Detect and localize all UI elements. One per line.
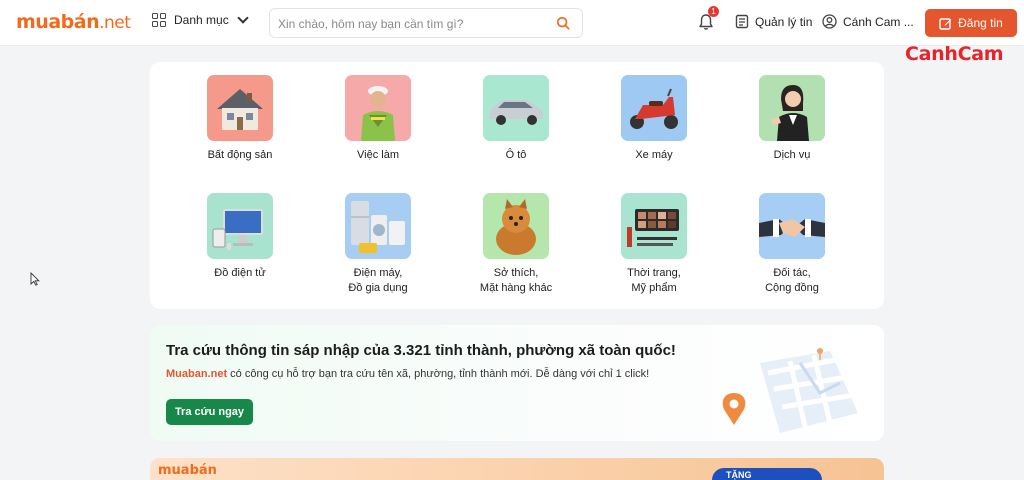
category-cars[interactable]: Ô tô bbox=[456, 75, 576, 163]
category-menu-label: Danh mục bbox=[174, 13, 229, 27]
category-motorbikes[interactable]: Xe máy bbox=[594, 75, 714, 163]
category-label-line2: Mỹ phẩm bbox=[631, 282, 677, 294]
category-label: Việc làm bbox=[357, 149, 399, 161]
category-label-line2: Cộng đồng bbox=[765, 282, 819, 294]
service-person-icon bbox=[759, 75, 825, 141]
lookup-desc-text: có công cụ hỗ trợ bạn tra cứu tên xã, ph… bbox=[227, 368, 650, 380]
map-pin-illustration bbox=[722, 348, 858, 433]
mouse-cursor-icon bbox=[30, 272, 40, 286]
promo-banner[interactable]: muabán TẶNG bbox=[150, 458, 884, 480]
computer-icon bbox=[207, 193, 273, 259]
category-label: Đồ điện tử bbox=[214, 267, 266, 279]
document-icon bbox=[735, 14, 749, 29]
category-label: Dịch vụ bbox=[773, 149, 811, 161]
promo-logo: muabán bbox=[158, 463, 217, 478]
category-label-line1: Đối tác, bbox=[773, 267, 811, 279]
search-input[interactable] bbox=[278, 15, 548, 33]
category-hobbies[interactable]: Sở thích, Mặt hàng khác bbox=[456, 193, 576, 296]
category-label-line1: Sở thích, bbox=[493, 267, 539, 279]
category-label: Đối tác, Cộng đồng bbox=[732, 266, 852, 296]
lookup-now-button[interactable]: Tra cứu ngay bbox=[166, 399, 253, 425]
category-partners[interactable]: Đối tác, Cộng đồng bbox=[732, 193, 852, 296]
lookup-brand[interactable]: Muaban.net bbox=[166, 368, 227, 380]
category-appliances[interactable]: Điện máy, Đồ gia dụng bbox=[318, 193, 438, 296]
merger-lookup-banner: Tra cứu thông tin sáp nhập của 3.321 tỉn… bbox=[150, 325, 884, 441]
category-label-line1: Điện máy, bbox=[353, 267, 403, 279]
logo-suffix: .net bbox=[99, 13, 131, 33]
post-ad-button[interactable]: Đăng tin bbox=[925, 9, 1017, 37]
cosmetics-icon bbox=[621, 193, 687, 259]
category-label-line1: Thời trang, bbox=[627, 267, 681, 279]
scooter-icon bbox=[621, 75, 687, 141]
category-label: Sở thích, Mặt hàng khác bbox=[456, 266, 576, 296]
user-menu[interactable]: Cánh Cam ... bbox=[822, 14, 914, 29]
category-electronics[interactable]: Đồ điện tử bbox=[180, 193, 300, 281]
category-label: Xe máy bbox=[635, 149, 673, 161]
watermark-text: CanhCam bbox=[905, 43, 1004, 65]
appliances-icon bbox=[345, 193, 411, 259]
category-jobs[interactable]: Việc làm bbox=[318, 75, 438, 163]
car-icon bbox=[483, 75, 549, 141]
category-label-line2: Đồ gia dụng bbox=[348, 282, 408, 294]
notification-badge: 1 bbox=[708, 6, 719, 17]
category-services[interactable]: Dịch vụ bbox=[732, 75, 852, 163]
category-fashion[interactable]: Thời trang, Mỹ phẩm bbox=[594, 193, 714, 296]
search-icon[interactable] bbox=[556, 16, 570, 30]
category-label: Ô tô bbox=[505, 149, 527, 161]
category-label-line2: Mặt hàng khác bbox=[479, 282, 553, 294]
post-ad-label: Đăng tin bbox=[958, 16, 1003, 30]
handshake-icon bbox=[759, 193, 825, 259]
edit-icon bbox=[939, 17, 952, 30]
search-box bbox=[269, 8, 583, 38]
category-label: Thời trang, Mỹ phẩm bbox=[594, 266, 714, 296]
category-label: Điện máy, Đồ gia dụng bbox=[318, 266, 438, 296]
manage-posts-label: Quản lý tin bbox=[755, 14, 813, 29]
worker-icon bbox=[345, 75, 411, 141]
category-grid: Bất động sản Việc làm Ô tô Xe máy Dịch v… bbox=[150, 62, 884, 309]
chevron-down-icon bbox=[237, 12, 249, 24]
lookup-button-label: Tra cứu ngay bbox=[174, 406, 245, 418]
manage-posts-link[interactable]: Quản lý tin bbox=[735, 14, 812, 29]
house-icon bbox=[207, 75, 273, 141]
grid-icon bbox=[152, 13, 166, 27]
watermark-logo: CanhCam bbox=[905, 43, 1004, 65]
logo-main: muabán bbox=[16, 11, 100, 33]
dog-icon bbox=[483, 193, 549, 259]
user-name: Cánh Cam ... bbox=[843, 14, 914, 29]
site-logo[interactable]: muabán.net bbox=[16, 11, 131, 33]
category-real-estate[interactable]: Bất động sản bbox=[180, 75, 300, 163]
category-label: Bất động sản bbox=[207, 149, 273, 161]
user-icon bbox=[822, 14, 837, 29]
lookup-title: Tra cứu thông tin sáp nhập của 3.321 tỉn… bbox=[166, 342, 676, 359]
category-menu-button[interactable]: Danh mục bbox=[152, 12, 249, 27]
promo-tag: TẶNG bbox=[712, 468, 822, 480]
lookup-description: Muaban.net có công cụ hỗ trợ bạn tra cứu… bbox=[166, 368, 649, 380]
top-header: muabán.net Danh mục 1 Quản lý tin bbox=[0, 0, 1024, 46]
